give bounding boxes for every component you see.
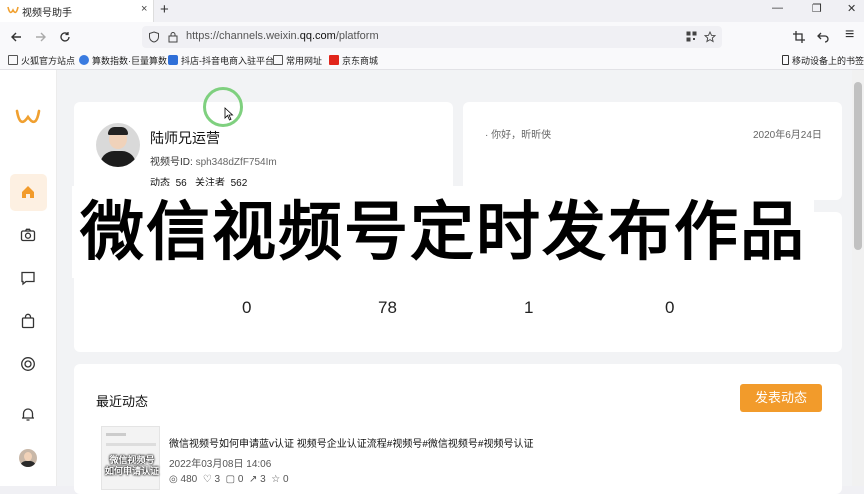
cursor-highlight	[203, 87, 243, 127]
qr-code-icon[interactable]	[686, 31, 697, 42]
camera-icon	[20, 228, 36, 242]
likes-count: 3	[214, 474, 221, 485]
thumbnail-text: 微信视频号 如何申请认证	[104, 455, 159, 476]
bookmark-item[interactable]: 算数指数·巨量算数	[79, 54, 167, 67]
bookmark-label: 算数指数·巨量算数	[92, 56, 167, 66]
bookmark-label: 常用网址	[286, 56, 323, 66]
post-thumbnail[interactable]: 微信视频号 如何申请认证	[101, 426, 160, 490]
message-icon	[21, 271, 35, 286]
crop-icon[interactable]	[793, 31, 805, 43]
bookmark-label: 京东商城	[342, 56, 379, 66]
share-icon: ↗	[249, 474, 258, 485]
tab-close-icon[interactable]: ×	[141, 3, 147, 15]
profile-id-value: sph348dZfF754Im	[195, 157, 277, 168]
favorites-count: 0	[283, 474, 289, 485]
channels-logo-icon	[15, 109, 41, 124]
profile-id-label: 视频号ID:	[150, 157, 193, 168]
scrollbar-thumb[interactable]	[854, 82, 862, 250]
avatar[interactable]	[19, 449, 37, 467]
window-close-icon[interactable]: ✕	[847, 2, 856, 15]
overlay-title: 微信视频号定时发布作品	[72, 186, 814, 278]
bookmark-label: 火狐官方站点	[21, 56, 76, 66]
sidebar-item-camera[interactable]	[10, 217, 47, 254]
mobile-bookmarks-label: 移动设备上的书签	[792, 56, 864, 66]
shield-icon[interactable]	[148, 31, 160, 43]
bookmark-item[interactable]: 京东商城	[329, 54, 378, 67]
post-metrics: ◎ 480 ♡ 3 ▢ 0 ↗ 3 ☆ 0	[169, 474, 289, 485]
sidebar-item-shop[interactable]	[10, 303, 47, 340]
url-prefix: https://channels.weixin.	[186, 30, 300, 42]
menu-icon[interactable]: ≡	[845, 26, 854, 44]
profile-name: 陆师兄运营	[150, 130, 220, 146]
notice-text[interactable]: · 你好，昕昕侠	[485, 126, 551, 141]
minimize-icon[interactable]: —	[772, 2, 783, 14]
post-button[interactable]: 发表动态	[740, 384, 822, 412]
stat-value: 1	[524, 298, 534, 317]
shop-icon	[168, 55, 178, 65]
eye-icon: ◎	[169, 474, 178, 485]
jd-icon	[329, 55, 339, 65]
target-icon	[21, 357, 35, 371]
bell-icon	[22, 408, 34, 421]
bookmark-label: 抖店-抖音电商入驻平台	[181, 56, 274, 66]
sidebar-item-live[interactable]	[10, 346, 47, 383]
lock-icon[interactable]	[168, 31, 178, 43]
bookmark-item[interactable]: 火狐官方站点	[8, 54, 75, 67]
favorite-icon: ☆	[271, 474, 281, 485]
stat-value: 0	[242, 298, 252, 317]
sidebar-item-home[interactable]	[10, 174, 47, 211]
heart-icon: ♡	[202, 474, 212, 485]
star-icon[interactable]	[704, 31, 716, 43]
bookmark-item[interactable]: 常用网址	[273, 54, 322, 67]
url-path: /platform	[335, 30, 379, 42]
url-bar[interactable]: https://channels.weixin.qq.com/platform	[142, 26, 722, 48]
stat-value: 0	[665, 298, 675, 317]
undo-icon[interactable]	[817, 31, 829, 43]
channels-logo-icon	[7, 6, 19, 14]
tab-bar: 视频号助手 × + — ❐ ✕	[0, 0, 864, 22]
url-domain: qq.com	[299, 30, 336, 42]
mouse-cursor-icon	[224, 107, 234, 121]
folder-icon	[8, 55, 18, 65]
recent-heading: 最近动态	[96, 394, 149, 409]
navigation-bar: https://channels.weixin.qq.com/platform …	[0, 22, 864, 52]
folder-icon	[273, 55, 283, 65]
comments-count: 0	[237, 474, 244, 485]
bookmarks-bar: 火狐官方站点 算数指数·巨量算数 抖店-抖音电商入驻平台 常用网址 京东商城 移…	[0, 52, 864, 70]
post-title[interactable]: 微信视频号如何申请蓝v认证 视频号企业认证流程#视频号#微信视频号#视频号认证	[169, 435, 533, 450]
sidebar-item-messages[interactable]	[10, 260, 47, 297]
shopping-bag-icon	[21, 313, 35, 329]
recent-activity-card: 最近动态 微信视频号 如何申请认证 微信视频号如何申请蓝v认证 视频号企业认证流…	[74, 364, 842, 494]
phone-icon	[782, 55, 789, 65]
restore-icon[interactable]: ❐	[812, 2, 822, 15]
sidebar	[0, 70, 57, 486]
notice-date: 2020年6月24日	[753, 130, 822, 141]
bookmark-item[interactable]: 抖店-抖音电商入驻平台	[168, 54, 274, 67]
swirl-icon	[79, 55, 89, 65]
views-count: 480	[180, 474, 198, 485]
home-icon	[22, 186, 34, 198]
forward-icon[interactable]	[35, 31, 47, 43]
stat-value: 78	[378, 298, 397, 317]
comment-icon: ▢	[225, 474, 236, 485]
tab-title: 视频号助手	[22, 8, 72, 19]
reload-icon[interactable]	[59, 31, 71, 43]
new-tab-icon[interactable]: +	[160, 1, 169, 18]
back-icon[interactable]	[10, 31, 22, 43]
shares-count: 3	[260, 474, 266, 485]
post-date: 2022年03月08日 14:06	[169, 459, 272, 470]
profile-avatar	[96, 123, 140, 167]
sidebar-item-notifications[interactable]	[10, 396, 47, 433]
url-text[interactable]: https://channels.weixin.qq.com/platform	[186, 30, 379, 42]
mobile-bookmarks[interactable]: 移动设备上的书签	[782, 54, 864, 67]
profile-id: 视频号ID: sph348dZfF754Im	[150, 153, 277, 168]
tab-active[interactable]: 视频号助手 ×	[0, 0, 154, 22]
notice-text-value: 你好，昕昕侠	[491, 130, 552, 141]
